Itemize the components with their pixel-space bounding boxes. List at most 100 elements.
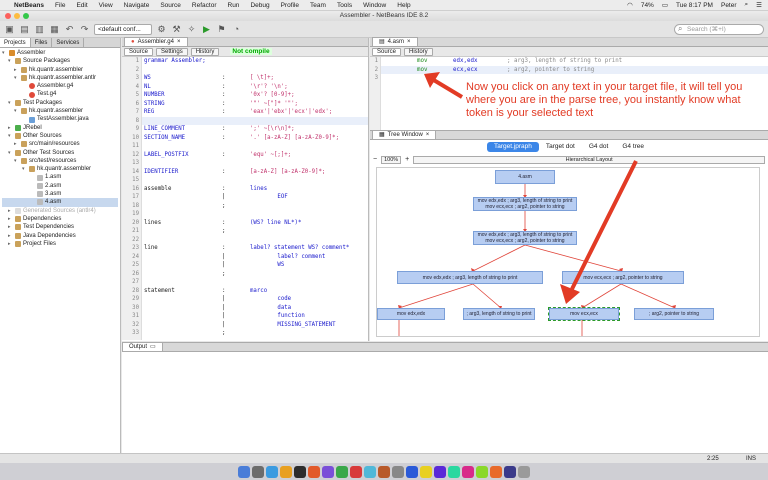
tree-node[interactable]: mov edx,edx ; arg3, length of string to …	[473, 231, 577, 245]
menu-edit[interactable]: Edit	[76, 2, 87, 9]
tree-item[interactable]: ▸ src/main/resources	[2, 140, 118, 148]
undo-icon[interactable]: ↶	[64, 24, 75, 35]
code-line[interactable]	[142, 176, 368, 185]
code-lines[interactable]: grammar Assembler; WS: [ \t]+; NL: '\r'? '\n…	[142, 57, 368, 340]
code-line[interactable]	[142, 236, 368, 245]
source-button[interactable]: Source	[124, 47, 154, 56]
close-tab-icon[interactable]: ×	[407, 38, 411, 46]
dock-app-icon[interactable]	[252, 465, 264, 478]
dock-app-icon[interactable]	[476, 465, 488, 478]
menu-view[interactable]: View	[99, 2, 113, 9]
editor-tab-assembler-g4[interactable]: ● Assembler.g4 ×	[124, 37, 188, 46]
dock-trash-icon[interactable]	[518, 465, 530, 478]
tab-g4-tree[interactable]: G4 tree	[615, 142, 651, 152]
tree-item[interactable]: ▸ Generated Sources (antlr4)	[2, 207, 118, 215]
menu-source[interactable]: Source	[160, 2, 181, 9]
tab-g4-dot[interactable]: G4 dot	[582, 142, 616, 152]
tree-item[interactable]: ▾ Other Sources	[2, 132, 118, 140]
dock-app-icon[interactable]	[350, 465, 362, 478]
menu-app-name[interactable]: NetBeans	[14, 2, 44, 9]
code-line[interactable]: line: label? statement WS? comment*	[142, 244, 368, 253]
dock-app-icon[interactable]	[434, 465, 446, 478]
code-line[interactable]	[142, 210, 368, 219]
tree-item[interactable]: 1.asm	[2, 173, 118, 181]
code-line[interactable]: ;	[142, 227, 368, 236]
code-line[interactable]: NL: '\r'? '\n';	[142, 83, 368, 92]
tree-item[interactable]: 2.asm	[2, 182, 118, 190]
dock-app-icon[interactable]	[462, 465, 474, 478]
tree-item[interactable]: ▾ hk.quantr.assembler	[2, 107, 118, 115]
clean-build-icon[interactable]: ✧	[186, 24, 197, 35]
tab-projects[interactable]: Projects	[0, 38, 31, 47]
run-icon[interactable]: ▶	[201, 24, 212, 35]
code-line[interactable]: IDENTIFIER: [a-zA-Z] [a-zA-Z0-9]*;	[142, 168, 368, 177]
tree-node-leaf-selected[interactable]: mov ecx,ecx	[548, 307, 620, 321]
output-tab[interactable]: Output ▭	[122, 342, 163, 351]
code-line[interactable]	[142, 66, 368, 75]
menu-team[interactable]: Team	[310, 2, 326, 9]
code-line[interactable]: ;	[142, 202, 368, 211]
dock-app-icon[interactable]	[322, 465, 334, 478]
code-line[interactable]: statement: marco	[142, 287, 368, 296]
spotlight-icon[interactable]: ⌕	[745, 1, 749, 9]
code-line[interactable]	[142, 142, 368, 151]
menu-refactor[interactable]: Refactor	[192, 2, 217, 9]
code-line[interactable]	[142, 116, 368, 125]
tab-files[interactable]: Files	[31, 38, 53, 47]
menu-file[interactable]: File	[55, 2, 65, 9]
editor-tab-4-asm[interactable]: ▤ 4.asm ×	[372, 37, 418, 46]
menu-help[interactable]: Help	[397, 2, 410, 9]
tree-item[interactable]: ▸ Project Files	[2, 240, 118, 248]
new-project-icon[interactable]: ▣	[4, 24, 15, 35]
code-line[interactable]: WS: [ \t]+;	[142, 74, 368, 83]
close-tab-icon[interactable]: ×	[177, 38, 181, 46]
close-window-button[interactable]	[5, 13, 11, 19]
debug-icon[interactable]: ⚑	[216, 24, 227, 35]
history-button[interactable]: History	[190, 47, 220, 56]
code-line[interactable]	[142, 338, 368, 341]
profile-icon[interactable]: ◔	[231, 24, 242, 35]
tree-item[interactable]: 3.asm	[2, 190, 118, 198]
new-file-icon[interactable]: ▤	[19, 24, 30, 35]
menu-tools[interactable]: Tools	[337, 2, 352, 9]
tree-item[interactable]: ▾ Assembler	[2, 49, 118, 57]
menu-debug[interactable]: Debug	[250, 2, 269, 9]
code-line[interactable]: LINE_COMMENT: ';' ~[\r\n]*;	[142, 125, 368, 134]
tree-item[interactable]: ▾ Other Test Sources	[2, 149, 118, 157]
menu-run[interactable]: Run	[228, 2, 240, 9]
open-project-icon[interactable]: ▥	[34, 24, 45, 35]
code-line[interactable]: STRING: '"' ~["]* '"';	[142, 100, 368, 109]
dock-app-icon[interactable]	[406, 465, 418, 478]
tab-services[interactable]: Services	[52, 38, 85, 47]
zoom-window-button[interactable]	[23, 13, 29, 19]
tree-node-root[interactable]: 4.asm	[495, 170, 555, 184]
menu-window[interactable]: Window	[363, 2, 386, 9]
code-line[interactable]: | code	[142, 295, 368, 304]
search-input[interactable]: ⌕ Search (⌘+I)	[674, 24, 764, 35]
code-line[interactable]: SECTION_NAME: '.' [a-zA-Z] [a-zA-Z0-9]*;	[142, 134, 368, 143]
code-line[interactable]: | MISSING_STATEMENT	[142, 321, 368, 330]
tree-item[interactable]: ▸ hk.quantr.assembler	[2, 66, 118, 74]
battery-icon[interactable]: ▭	[662, 1, 668, 9]
code-line[interactable]	[142, 159, 368, 168]
tree-item[interactable]: ▾ Test Packages	[2, 99, 118, 107]
battery-percent[interactable]: 74%	[641, 2, 654, 9]
code-line[interactable]: assemble: lines	[142, 185, 368, 194]
menu-navigate[interactable]: Navigate	[124, 2, 150, 9]
minimize-window-button[interactable]	[14, 13, 20, 19]
code-line[interactable]: NUMBER: '0x'? [0-9]+;	[142, 91, 368, 100]
tree-item[interactable]: ▸ Test Dependencies	[2, 223, 118, 231]
tree-item[interactable]: ▾ hk.quantr.assembler.antlr	[2, 74, 118, 82]
tree-item[interactable]: ▸ Java Dependencies	[2, 232, 118, 240]
source-button[interactable]: Source	[372, 47, 402, 56]
tree-node-leaf[interactable]: ; arg2, pointer to string	[634, 308, 714, 320]
code-line[interactable]: mov ecx,ecx ; arg2, pointer to string	[381, 65, 768, 74]
tree-node[interactable]: mov ecx,ecx ; arg2, pointer to string	[562, 271, 684, 284]
tree-item[interactable]: Test.g4	[2, 90, 118, 98]
dock-app-icon[interactable]	[420, 465, 432, 478]
dock-terminal-icon[interactable]	[294, 465, 306, 478]
dock-app-icon[interactable]	[448, 465, 460, 478]
redo-icon[interactable]: ↷	[79, 24, 90, 35]
tree-item[interactable]: ▸ Dependencies	[2, 215, 118, 223]
code-line[interactable]: | function	[142, 312, 368, 321]
